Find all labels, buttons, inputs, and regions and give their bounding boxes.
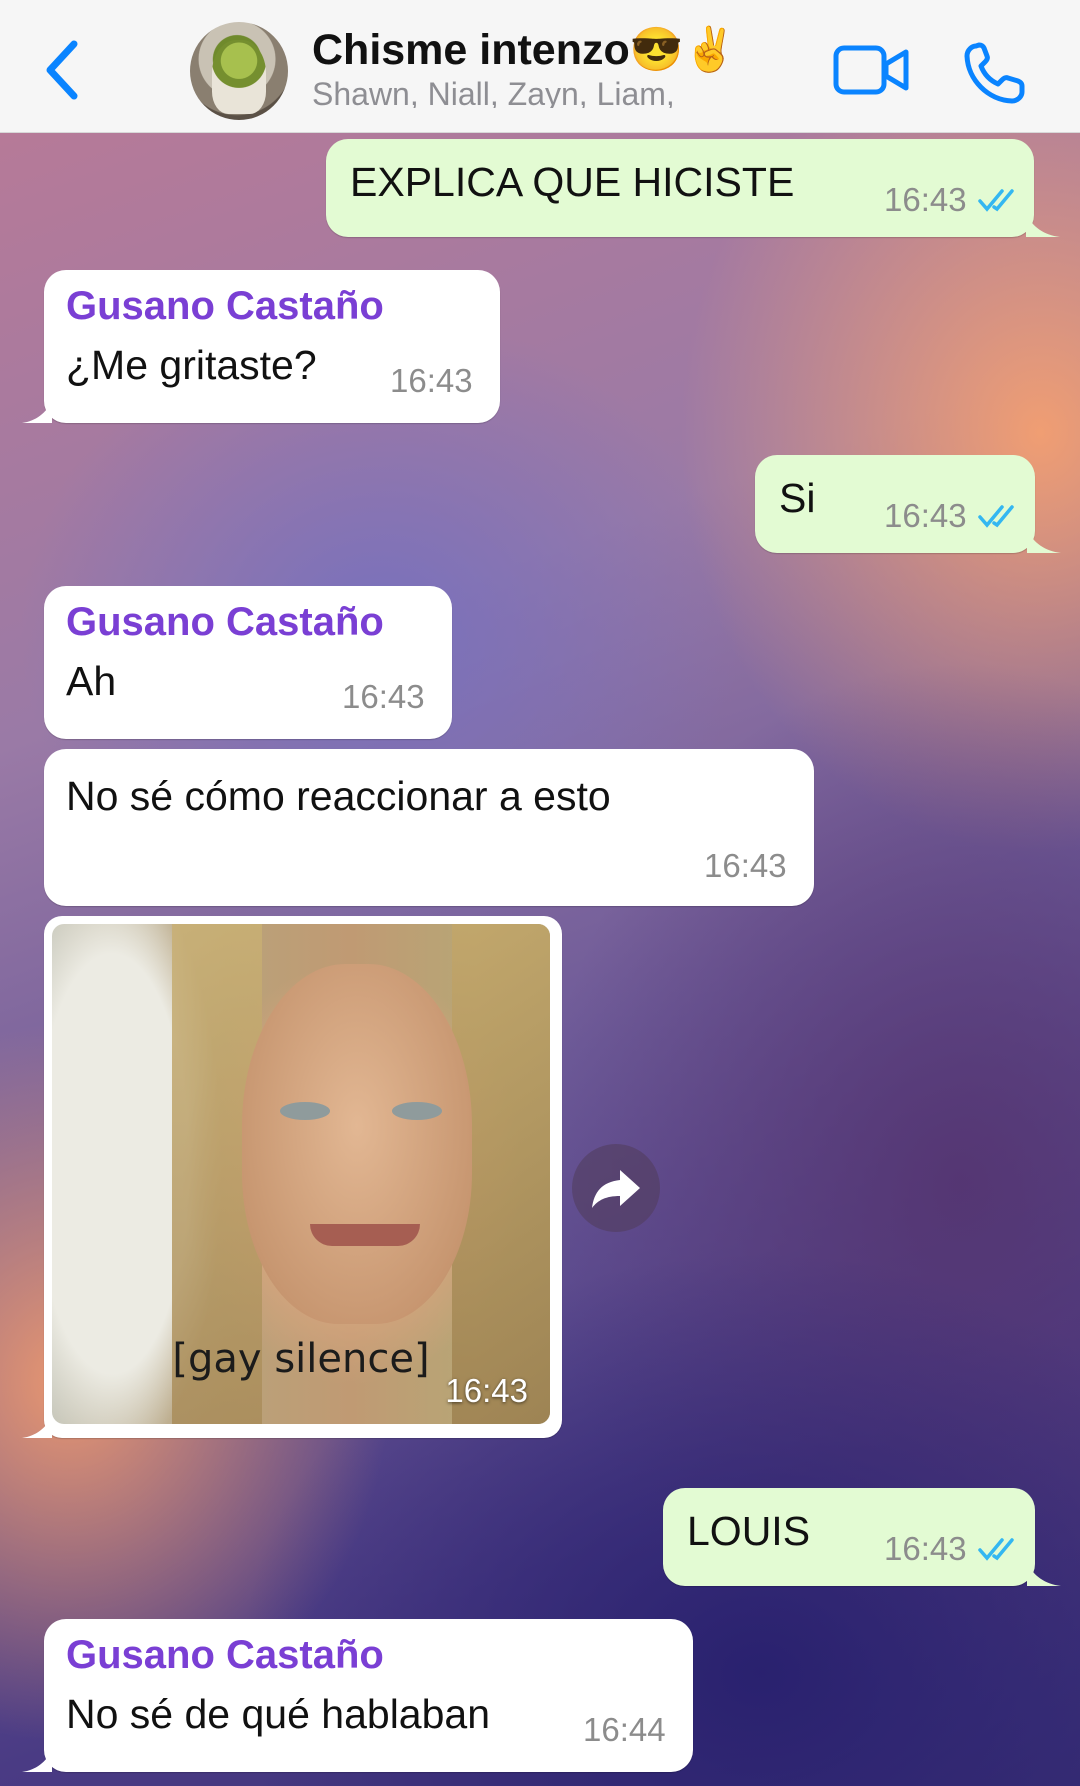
chat-members: Shawn, Niall, Zayn, Liam, (312, 76, 675, 108)
chat-title: Chisme intenzo😎✌️ (312, 26, 737, 74)
message-time: 16:43 (390, 362, 473, 399)
double-check-icon (978, 1538, 1014, 1561)
double-check-icon (978, 505, 1014, 528)
bubble-tail (1027, 1562, 1061, 1586)
message-outgoing[interactable]: Si 16:43 (755, 455, 1061, 553)
bubble-tail (22, 1416, 52, 1438)
message-outgoing[interactable]: LOUIS 16:43 (663, 1488, 1061, 1586)
message-time: 16:43 (342, 678, 425, 715)
bubble-tail (22, 401, 52, 423)
message-text: LOUIS (687, 1508, 811, 1554)
chat-info[interactable]: Chisme intenzo😎✌️ Shawn, Niall, Zayn, Li… (312, 24, 752, 108)
message-text: EXPLICA QUE HICISTE (350, 159, 795, 205)
chat-header: Chisme intenzo😎✌️ Shawn, Niall, Zayn, Li… (0, 0, 1080, 133)
message-incoming[interactable]: No sé cómo reaccionar a esto 16:43 (44, 749, 814, 906)
group-avatar[interactable] (190, 22, 288, 120)
bubble-tail (22, 1750, 52, 1772)
chat-area[interactable]: EXPLICA QUE HICISTE 16:43 Gusano Castaño… (0, 133, 1080, 1786)
forward-arrow-icon (592, 1170, 640, 1208)
sender-name[interactable]: Gusano Castaño (66, 1633, 384, 1678)
message-incoming[interactable]: Gusano Castaño Ah 16:43 (44, 586, 452, 739)
video-camera-icon (833, 45, 909, 95)
message-time: 16:43 (884, 1530, 967, 1567)
message-time: 16:44 (583, 1711, 666, 1748)
message-outgoing[interactable]: EXPLICA QUE HICISTE 16:43 (326, 139, 1060, 237)
forward-button[interactable] (572, 1144, 660, 1232)
sender-name[interactable]: Gusano Castaño (66, 600, 384, 645)
message-text: Si (779, 475, 816, 521)
message-incoming[interactable]: Gusano Castaño ¿Me gritaste? 16:43 (22, 270, 500, 423)
message-text: ¿Me gritaste? (66, 342, 317, 388)
back-button[interactable] (38, 38, 88, 102)
message-time: 16:43 (884, 497, 967, 534)
message-time: 16:43 (445, 1372, 528, 1409)
message-time: 16:43 (704, 847, 787, 884)
gif-image[interactable]: [gay silence] 16:43 (52, 924, 550, 1424)
message-time: 16:43 (884, 181, 967, 218)
message-text: No sé cómo reaccionar a esto (66, 773, 611, 819)
sender-name[interactable]: Gusano Castaño (66, 284, 384, 329)
chevron-left-icon (46, 40, 78, 100)
message-incoming[interactable]: Gusano Castaño No sé de qué hablaban 16:… (22, 1619, 693, 1772)
double-check-icon (978, 189, 1014, 212)
bubble-tail (1027, 529, 1061, 553)
video-call-button[interactable] (832, 42, 910, 98)
message-text: Ah (66, 658, 117, 704)
bubble-tail (1026, 213, 1060, 237)
voice-call-button[interactable] (962, 40, 1026, 106)
message-text: No sé de qué hablaban (66, 1691, 491, 1737)
message-incoming-media[interactable]: [gay silence] 16:43 (22, 916, 562, 1438)
phone-icon (964, 42, 1025, 104)
